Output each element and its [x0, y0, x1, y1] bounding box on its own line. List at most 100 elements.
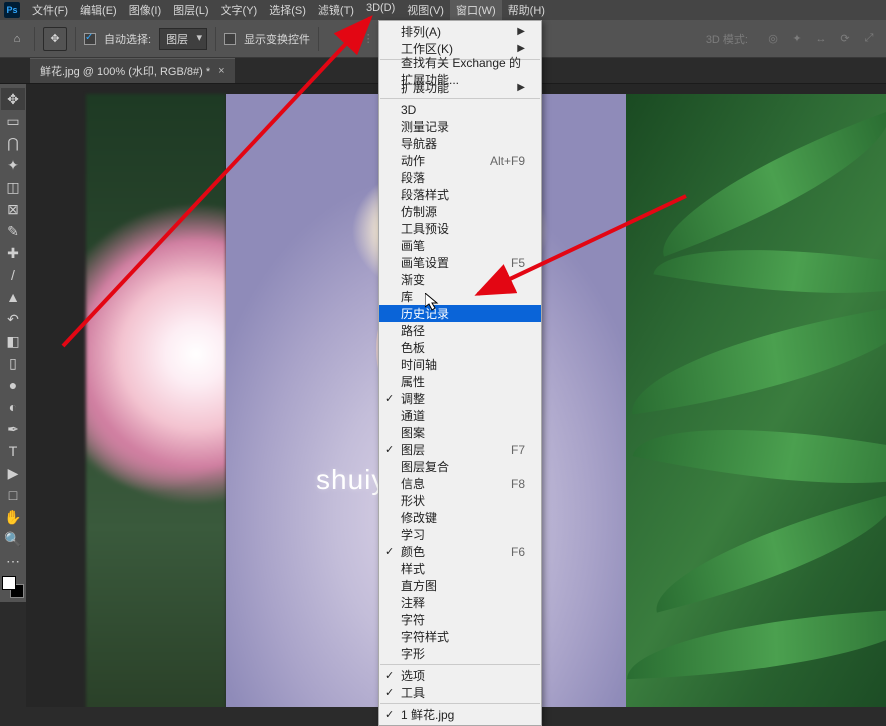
- menu-dropdown-item[interactable]: 测量记录: [379, 118, 541, 135]
- menu-dropdown-label: 渐变: [401, 271, 425, 288]
- tool-crop[interactable]: ◫: [1, 176, 25, 198]
- tool-dodge[interactable]: ◐: [1, 396, 25, 418]
- menu-item-8[interactable]: 视图(V): [401, 0, 450, 20]
- menu-dropdown-label: 图层复合: [401, 458, 449, 475]
- menu-dropdown-item[interactable]: 直方图: [379, 577, 541, 594]
- tool-gradient[interactable]: ▯: [1, 352, 25, 374]
- menu-item-0[interactable]: 文件(F): [26, 0, 74, 20]
- menu-item-2[interactable]: 图像(I): [123, 0, 167, 20]
- menu-dropdown-item[interactable]: 段落: [379, 169, 541, 186]
- document-tab[interactable]: 鲜花.jpg @ 100% (水印, RGB/8#) * ×: [30, 58, 235, 83]
- menu-dropdown-item[interactable]: ✓选项: [379, 667, 541, 684]
- menu-dropdown-item[interactable]: 仿制源: [379, 203, 541, 220]
- menu-dropdown-item[interactable]: 字符样式: [379, 628, 541, 645]
- submenu-arrow-icon: ▶: [517, 82, 525, 93]
- auto-select-checkbox[interactable]: [84, 33, 96, 45]
- menu-separator: [380, 98, 540, 99]
- menu-dropdown-item[interactable]: 色板: [379, 339, 541, 356]
- menu-dropdown-item[interactable]: 字符: [379, 611, 541, 628]
- menu-dropdown-item[interactable]: 画笔: [379, 237, 541, 254]
- menu-dropdown-item[interactable]: 排列(A)▶: [379, 23, 541, 40]
- menu-dropdown-item[interactable]: 渐变: [379, 271, 541, 288]
- menu-dropdown-label: 颜色: [401, 543, 425, 560]
- menu-dropdown-shortcut: F8: [511, 477, 525, 491]
- menu-dropdown-item[interactable]: ✓调整: [379, 390, 541, 407]
- tool-zoom[interactable]: 🔍: [1, 528, 25, 550]
- menu-dropdown-item[interactable]: 扩展功能▶: [379, 79, 541, 96]
- close-icon[interactable]: ×: [218, 65, 224, 77]
- tool-blur[interactable]: ●: [1, 374, 25, 396]
- menu-dropdown-item[interactable]: 修改键: [379, 509, 541, 526]
- tool-more[interactable]: ⋯: [1, 550, 25, 572]
- submenu-arrow-icon: ▶: [517, 26, 525, 37]
- tool-move[interactable]: ✥: [1, 88, 25, 110]
- pan-3d-icon[interactable]: ✦: [788, 30, 806, 48]
- menu-dropdown-item[interactable]: 导航器: [379, 135, 541, 152]
- tool-eyedropper[interactable]: ✎: [1, 220, 25, 242]
- tool-marquee[interactable]: ▭: [1, 110, 25, 132]
- tool-eraser[interactable]: ◧: [1, 330, 25, 352]
- align-icon[interactable]: ≡: [335, 30, 353, 48]
- menu-item-4[interactable]: 文字(Y): [215, 0, 264, 20]
- menu-item-7[interactable]: 3D(D): [360, 0, 401, 20]
- menu-dropdown-item[interactable]: 学习: [379, 526, 541, 543]
- ps-app-icon: Ps: [4, 2, 20, 18]
- color-swatches[interactable]: [2, 576, 24, 598]
- menu-dropdown-item[interactable]: ✓工具: [379, 684, 541, 701]
- menu-item-5[interactable]: 选择(S): [263, 0, 312, 20]
- menu-dropdown-item[interactable]: 工具预设: [379, 220, 541, 237]
- menu-dropdown-item[interactable]: 通道: [379, 407, 541, 424]
- menu-item-1[interactable]: 编辑(E): [74, 0, 123, 20]
- menu-separator: [380, 664, 540, 665]
- rotate-3d-icon[interactable]: ⟳: [836, 30, 854, 48]
- menu-dropdown-item[interactable]: 画笔设置F5: [379, 254, 541, 271]
- menu-dropdown-item[interactable]: 图案: [379, 424, 541, 441]
- menu-item-9[interactable]: 窗口(W): [450, 0, 502, 20]
- orbit-3d-icon[interactable]: ◎: [764, 30, 782, 48]
- tool-type[interactable]: T: [1, 440, 25, 462]
- menu-dropdown-item[interactable]: 3D: [379, 101, 541, 118]
- show-transform-checkbox[interactable]: [224, 33, 236, 45]
- menu-dropdown-item[interactable]: 段落样式: [379, 186, 541, 203]
- menu-dropdown-item[interactable]: 动作Alt+F9: [379, 152, 541, 169]
- auto-select-mode-select[interactable]: 图层: [159, 28, 207, 50]
- menu-dropdown-item[interactable]: ✓1 鲜花.jpg: [379, 706, 541, 723]
- menu-item-3[interactable]: 图层(L): [167, 0, 214, 20]
- window-menu-dropdown[interactable]: 排列(A)▶工作区(K)▶查找有关 Exchange 的扩展功能...扩展功能▶…: [378, 20, 542, 726]
- menu-dropdown-item[interactable]: 库: [379, 288, 541, 305]
- distribute-icon[interactable]: ⋮: [359, 30, 377, 48]
- tool-hand[interactable]: ✋: [1, 506, 25, 528]
- menu-dropdown-item[interactable]: 图层复合: [379, 458, 541, 475]
- menu-item-10[interactable]: 帮助(H): [502, 0, 551, 20]
- menu-dropdown-label: 直方图: [401, 577, 437, 594]
- tool-quick-select[interactable]: ✦: [1, 154, 25, 176]
- menu-dropdown-label: 字符: [401, 611, 425, 628]
- menu-dropdown-label: 图层: [401, 441, 425, 458]
- menu-dropdown-item[interactable]: 信息F8: [379, 475, 541, 492]
- tool-brush[interactable]: /: [1, 264, 25, 286]
- menu-dropdown-item[interactable]: 时间轴: [379, 356, 541, 373]
- menu-dropdown-item[interactable]: 历史记录: [379, 305, 541, 322]
- menu-item-6[interactable]: 滤镜(T): [312, 0, 360, 20]
- menu-dropdown-item[interactable]: 路径: [379, 322, 541, 339]
- menu-dropdown-item[interactable]: ✓颜色F6: [379, 543, 541, 560]
- tool-rectangle[interactable]: □: [1, 484, 25, 506]
- tool-frame[interactable]: ⊠: [1, 198, 25, 220]
- home-icon[interactable]: ⌂: [8, 30, 26, 48]
- cursor-icon: [425, 293, 439, 311]
- menu-dropdown-item[interactable]: ✓图层F7: [379, 441, 541, 458]
- menu-dropdown-item[interactable]: 属性: [379, 373, 541, 390]
- menu-dropdown-item[interactable]: 形状: [379, 492, 541, 509]
- slide-3d-icon[interactable]: ↔: [812, 30, 830, 48]
- menu-dropdown-item[interactable]: 字形: [379, 645, 541, 662]
- menu-dropdown-item[interactable]: 查找有关 Exchange 的扩展功能...: [379, 62, 541, 79]
- tool-healing[interactable]: ✚: [1, 242, 25, 264]
- menu-dropdown-item[interactable]: 样式: [379, 560, 541, 577]
- tool-pen[interactable]: ✒: [1, 418, 25, 440]
- tool-lasso[interactable]: ⋂: [1, 132, 25, 154]
- tool-path-select[interactable]: ▶: [1, 462, 25, 484]
- menu-dropdown-item[interactable]: 注释: [379, 594, 541, 611]
- scale-3d-icon[interactable]: ⤢: [860, 30, 878, 48]
- tool-stamp[interactable]: ▲: [1, 286, 25, 308]
- tool-history-brush[interactable]: ↶: [1, 308, 25, 330]
